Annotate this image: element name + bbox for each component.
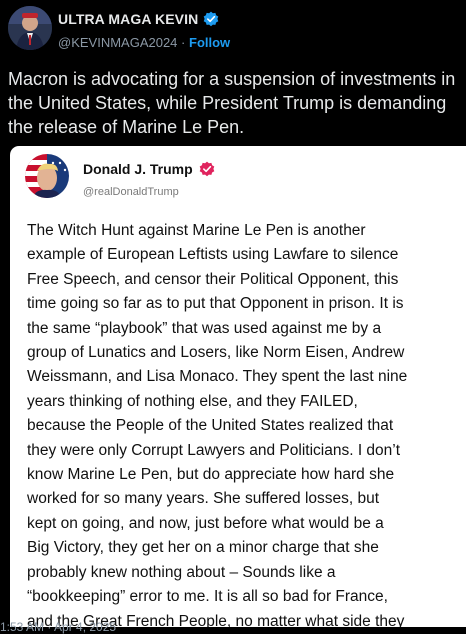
embedded-verified-badge-icon [199, 161, 215, 177]
author-handle[interactable]: @KEVINMAGA2024 [58, 35, 177, 50]
body-line: kept on going, and now, just before what… [27, 514, 384, 532]
body-line: they were only Corrupt Lawyers and Polit… [27, 441, 401, 459]
author-display-name[interactable]: ULTRA MAGA KEVIN [58, 11, 198, 27]
embedded-author-handle: @realDonaldTrump [83, 186, 179, 198]
post-header: ULTRA MAGA KEVIN @KEVINMAGA2024 · Follow [0, 0, 466, 64]
separator-dot: · [181, 35, 186, 50]
body-line: years thinking of nothing else, and they… [27, 392, 358, 410]
body-line: The Witch Hunt against Marine Le Pen is … [27, 222, 366, 239]
body-line: the same “playbook” that was used agains… [27, 319, 382, 337]
follow-button[interactable]: Follow [189, 35, 230, 50]
body-line: Weissmann, and Lisa Monaco. They spent t… [27, 368, 408, 386]
body-line: time going so far as to put that Opponen… [27, 295, 404, 313]
body-line: group of Lunatics and Losers, like Norm … [27, 344, 405, 362]
embedded-author-name: Donald J. Trump [83, 161, 193, 177]
embedded-post-card[interactable]: Donald J. Trump @realDonaldTrump The Wit… [10, 146, 466, 627]
body-line: worked for so many years. She suffered l… [27, 490, 380, 508]
post-timestamp[interactable]: 1:53 AM · Apr 4, 2025 [0, 620, 116, 634]
body-line: example of European Leftists using Lawfa… [27, 246, 399, 264]
tweet-text: Macron is advocating for a suspension of… [8, 69, 456, 137]
body-line: know Marine Le Pen, but do appreciate ho… [27, 466, 395, 484]
embedded-author-avatar [25, 154, 69, 198]
user-avatar[interactable] [8, 6, 52, 50]
body-line: probably knew nothing about – Sounds lik… [27, 563, 336, 581]
body-line: “bookkeeping” error to me. It is all so … [27, 588, 388, 606]
embedded-post-body: The Witch Hunt against Marine Le Pen is … [27, 219, 463, 627]
body-line: Free Speech, and censor their Political … [27, 270, 399, 288]
verified-badge-icon [203, 11, 219, 27]
author-handle-row: @KEVINMAGA2024 · Follow [58, 35, 230, 50]
body-line: because the People of the United States … [27, 417, 394, 435]
body-line: Big Victory, they get her on a minor cha… [27, 539, 379, 557]
